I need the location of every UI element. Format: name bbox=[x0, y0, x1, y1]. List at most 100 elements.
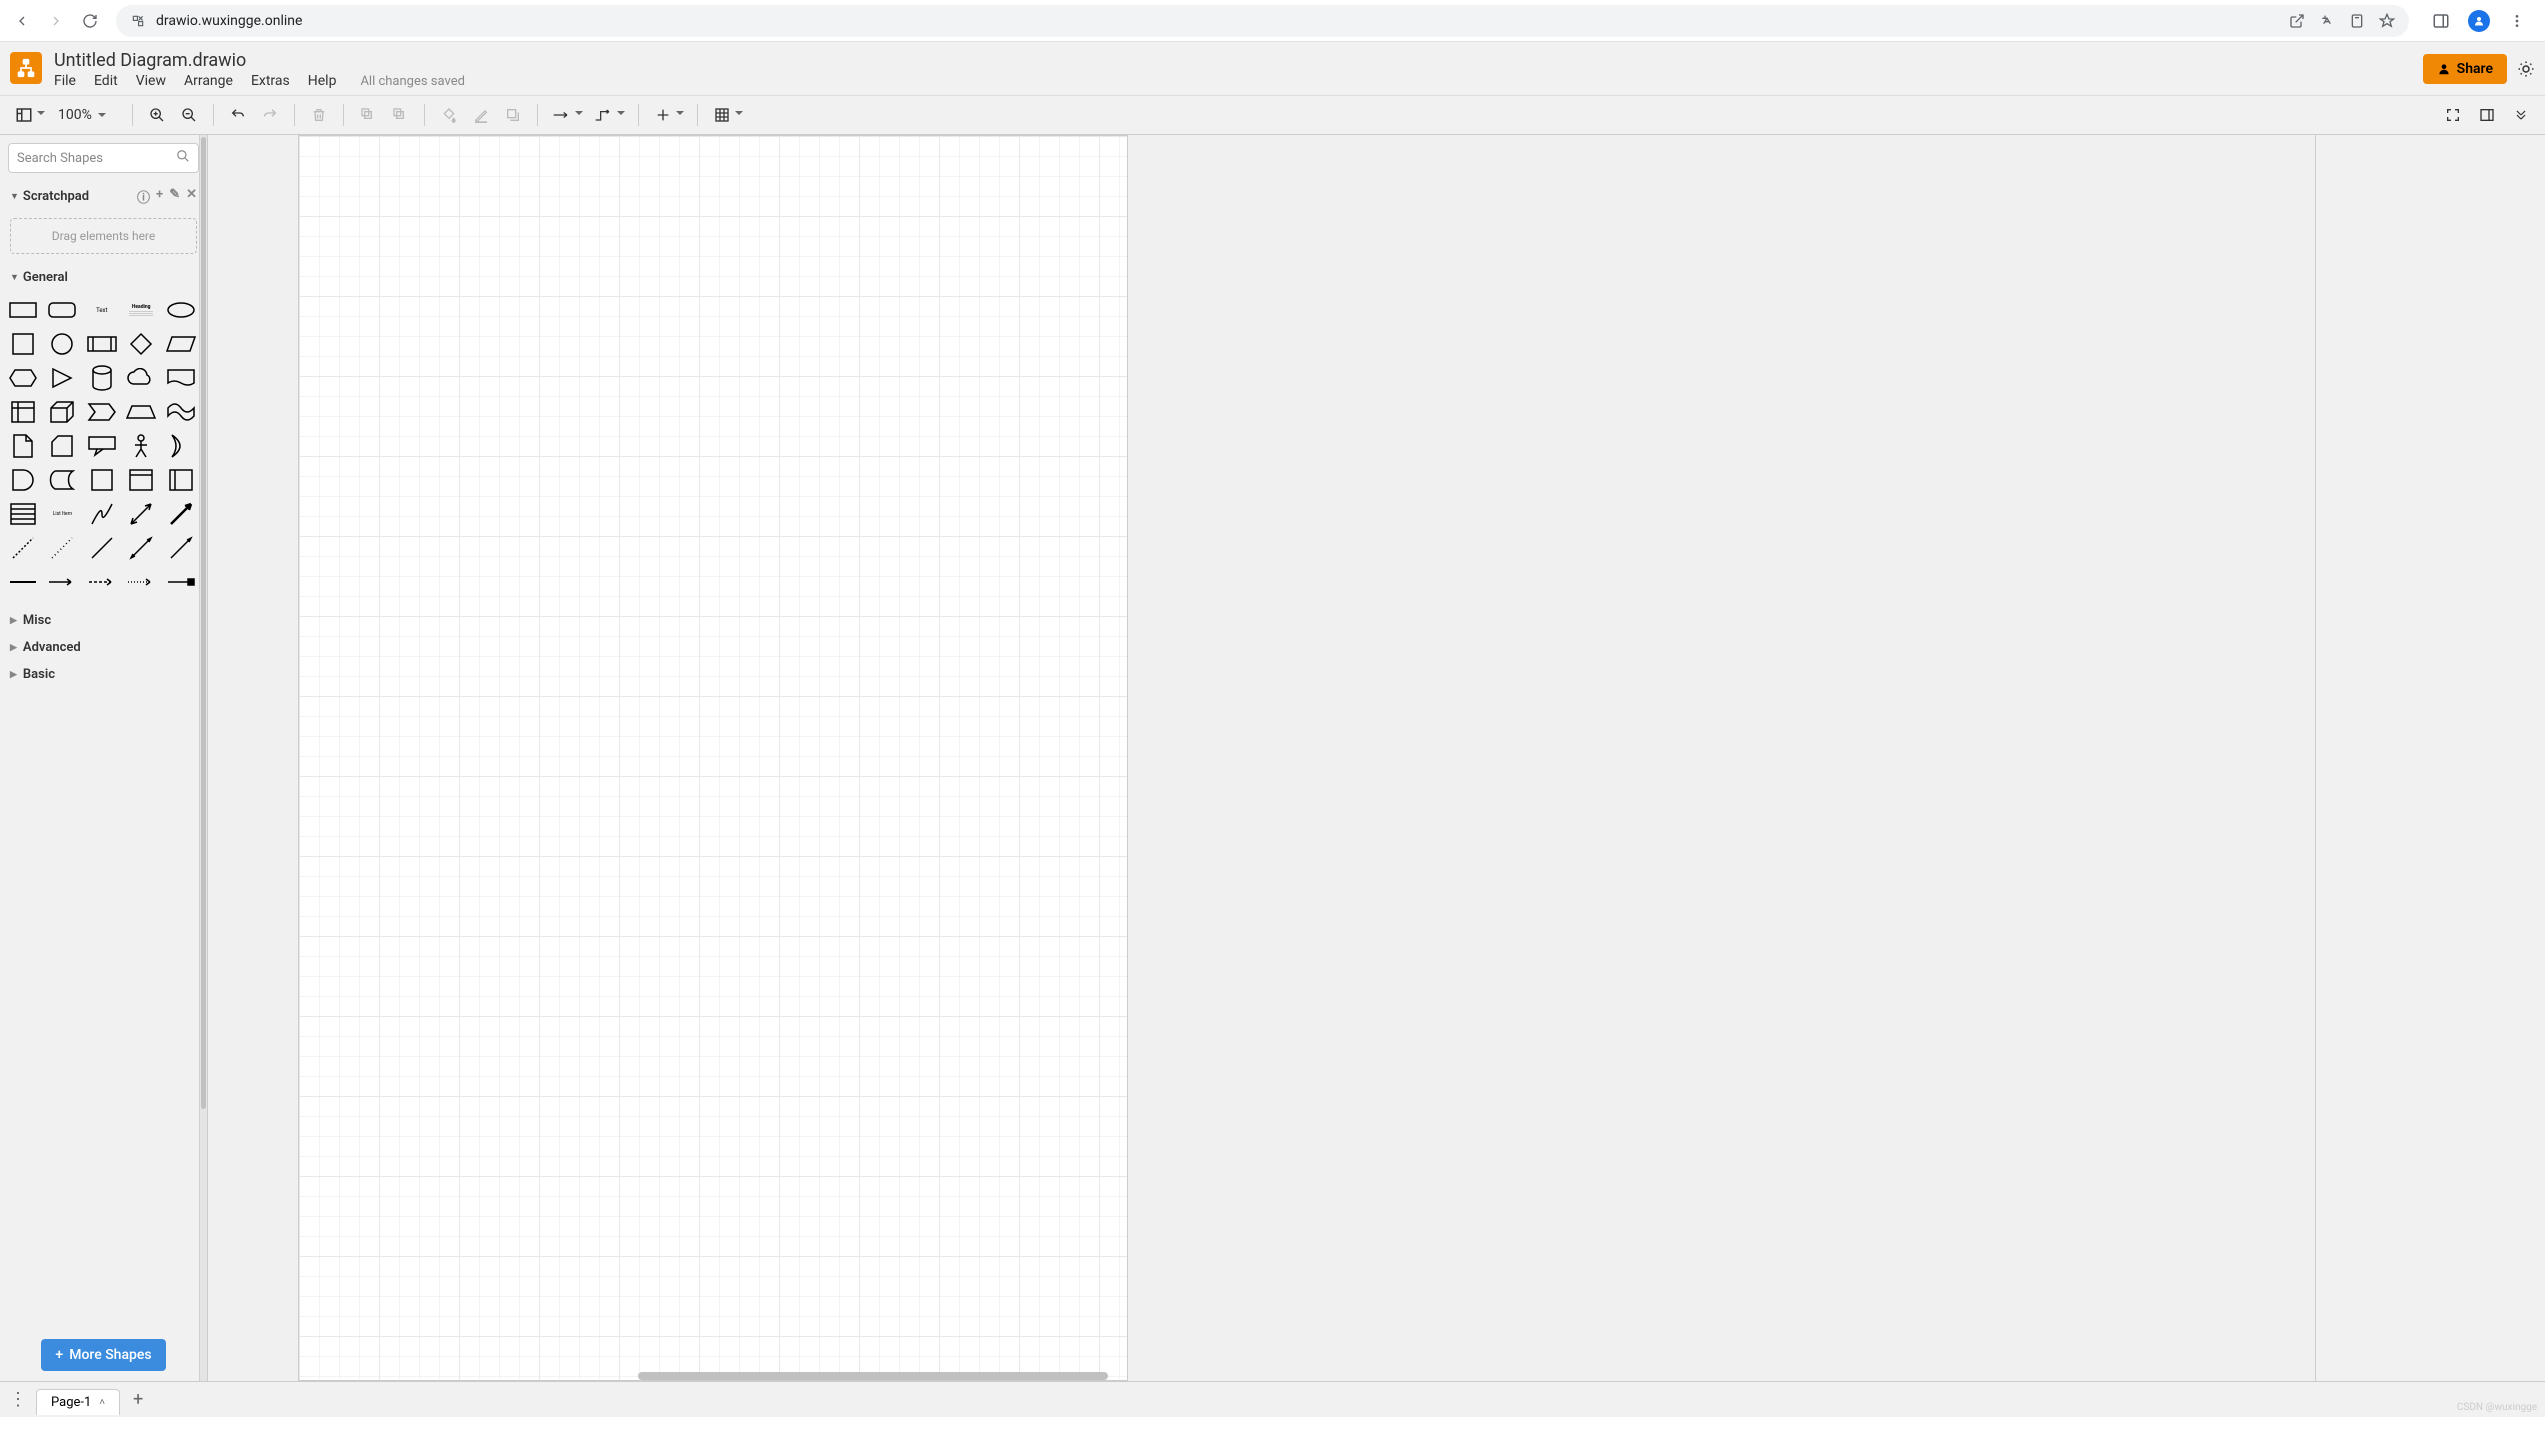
redo-button[interactable] bbox=[256, 101, 284, 129]
shape-text[interactable]: Text bbox=[85, 295, 119, 325]
menu-view[interactable]: View bbox=[136, 73, 166, 89]
shape-dotted-line[interactable] bbox=[45, 533, 79, 563]
menu-edit[interactable]: Edit bbox=[94, 73, 118, 89]
scratchpad-close-icon[interactable]: ✕ bbox=[186, 187, 197, 206]
address-bar[interactable]: drawio.wuxingge.online bbox=[116, 5, 2409, 37]
site-settings-icon[interactable] bbox=[130, 13, 146, 29]
undo-button[interactable] bbox=[224, 101, 252, 129]
menu-arrange[interactable]: Arrange bbox=[184, 73, 233, 89]
zoom-out-button[interactable] bbox=[175, 101, 203, 129]
shape-link[interactable] bbox=[6, 567, 40, 597]
shape-cylinder[interactable] bbox=[85, 363, 119, 393]
shape-rounded-rectangle[interactable] bbox=[45, 295, 79, 325]
page-tab[interactable]: Page-1 ˄ bbox=[36, 1389, 120, 1415]
shape-actor[interactable] bbox=[124, 431, 158, 461]
menu-help[interactable]: Help bbox=[308, 73, 337, 89]
scratchpad-header[interactable]: ▼ Scratchpad ⓘ + ✎ ✕ bbox=[0, 181, 207, 212]
table-button[interactable] bbox=[708, 101, 736, 129]
scratchpad-edit-icon[interactable]: ✎ bbox=[169, 187, 180, 206]
shape-hexagon[interactable] bbox=[6, 363, 40, 393]
shape-square[interactable] bbox=[6, 329, 40, 359]
line-color-button[interactable] bbox=[467, 101, 495, 129]
shape-dashed-line[interactable] bbox=[6, 533, 40, 563]
chevron-up-icon[interactable]: ˄ bbox=[99, 1397, 105, 1408]
shape-rectangle[interactable] bbox=[6, 295, 40, 325]
scratchpad-add-icon[interactable]: + bbox=[156, 187, 163, 206]
install-app-icon[interactable] bbox=[2349, 13, 2365, 29]
shape-bidirectional-arrow[interactable] bbox=[124, 499, 158, 529]
shape-link-arrow[interactable] bbox=[45, 567, 79, 597]
drawing-canvas[interactable] bbox=[298, 135, 1128, 1381]
fullscreen-button[interactable] bbox=[2439, 101, 2467, 129]
zoom-in-button[interactable] bbox=[143, 101, 171, 129]
shape-trapezoid[interactable] bbox=[124, 397, 158, 427]
browser-menu-button[interactable] bbox=[2503, 7, 2531, 35]
shape-parallelogram[interactable] bbox=[164, 329, 198, 359]
shape-circle[interactable] bbox=[45, 329, 79, 359]
shape-note[interactable] bbox=[6, 431, 40, 461]
to-front-button[interactable] bbox=[354, 101, 382, 129]
shadow-button[interactable] bbox=[499, 101, 527, 129]
to-back-button[interactable] bbox=[386, 101, 414, 129]
shape-line[interactable] bbox=[85, 533, 119, 563]
format-panel-button[interactable] bbox=[2473, 101, 2501, 129]
nav-forward-button[interactable] bbox=[42, 7, 70, 35]
shape-container[interactable] bbox=[85, 465, 119, 495]
shape-process[interactable] bbox=[85, 329, 119, 359]
shape-curve[interactable] bbox=[85, 499, 119, 529]
shape-list-item[interactable]: List Item bbox=[45, 499, 79, 529]
shape-textbox[interactable]: Heading bbox=[124, 295, 158, 325]
shape-cloud[interactable] bbox=[124, 363, 158, 393]
category-misc-header[interactable]: ▶Misc bbox=[0, 607, 207, 634]
category-general-header[interactable]: ▼ General bbox=[0, 264, 207, 291]
menu-file[interactable]: File bbox=[54, 73, 76, 89]
scratchpad-drop-zone[interactable]: Drag elements here bbox=[10, 218, 197, 254]
document-title[interactable]: Untitled Diagram.drawio bbox=[54, 44, 465, 73]
shape-arrow[interactable] bbox=[164, 499, 198, 529]
fill-color-button[interactable] bbox=[435, 101, 463, 129]
insert-button[interactable] bbox=[649, 101, 677, 129]
sidebar-scrollbar[interactable] bbox=[199, 135, 207, 1381]
shape-cube[interactable] bbox=[45, 397, 79, 427]
more-shapes-button[interactable]: + More Shapes bbox=[41, 1339, 165, 1371]
delete-button[interactable] bbox=[305, 101, 333, 129]
share-button[interactable]: Share bbox=[2423, 54, 2507, 84]
shape-ellipse[interactable] bbox=[164, 295, 198, 325]
add-page-button[interactable]: + bbox=[128, 1390, 148, 1410]
horizontal-scrollbar[interactable] bbox=[208, 1371, 2307, 1381]
app-logo[interactable] bbox=[10, 52, 42, 84]
shape-connection-arrow[interactable] bbox=[164, 567, 198, 597]
zoom-dropdown[interactable]: 100% bbox=[52, 107, 122, 123]
shape-vertical-container[interactable] bbox=[164, 465, 198, 495]
nav-back-button[interactable] bbox=[8, 7, 36, 35]
translate-icon[interactable] bbox=[2319, 13, 2335, 29]
view-toggle-button[interactable] bbox=[10, 101, 38, 129]
shape-dotted-arrow[interactable] bbox=[124, 567, 158, 597]
shape-data-storage[interactable] bbox=[45, 465, 79, 495]
shape-triangle[interactable] bbox=[45, 363, 79, 393]
appearance-button[interactable] bbox=[2517, 60, 2535, 78]
shape-or[interactable] bbox=[164, 431, 198, 461]
collapse-button[interactable] bbox=[2507, 101, 2535, 129]
pages-menu-button[interactable]: ⋮ bbox=[8, 1390, 28, 1410]
connection-button[interactable] bbox=[548, 101, 576, 129]
nav-reload-button[interactable] bbox=[76, 7, 104, 35]
shape-list[interactable] bbox=[6, 499, 40, 529]
shape-card[interactable] bbox=[45, 431, 79, 461]
search-shapes-input[interactable]: Search Shapes bbox=[8, 143, 199, 173]
shape-and[interactable] bbox=[6, 465, 40, 495]
menu-extras[interactable]: Extras bbox=[251, 73, 290, 89]
side-panel-icon[interactable] bbox=[2427, 7, 2455, 35]
shape-bidir-connector[interactable] bbox=[124, 533, 158, 563]
bookmark-icon[interactable] bbox=[2379, 13, 2395, 29]
shape-document[interactable] bbox=[164, 363, 198, 393]
shape-tape[interactable] bbox=[164, 397, 198, 427]
shape-step[interactable] bbox=[85, 397, 119, 427]
scratchpad-help-icon[interactable]: ⓘ bbox=[137, 187, 150, 206]
canvas-area[interactable] bbox=[208, 135, 2315, 1381]
shape-titled-container[interactable] bbox=[124, 465, 158, 495]
shape-callout[interactable] bbox=[85, 431, 119, 461]
shape-diamond[interactable] bbox=[124, 329, 158, 359]
profile-button[interactable] bbox=[2465, 7, 2493, 35]
open-external-icon[interactable] bbox=[2289, 13, 2305, 29]
